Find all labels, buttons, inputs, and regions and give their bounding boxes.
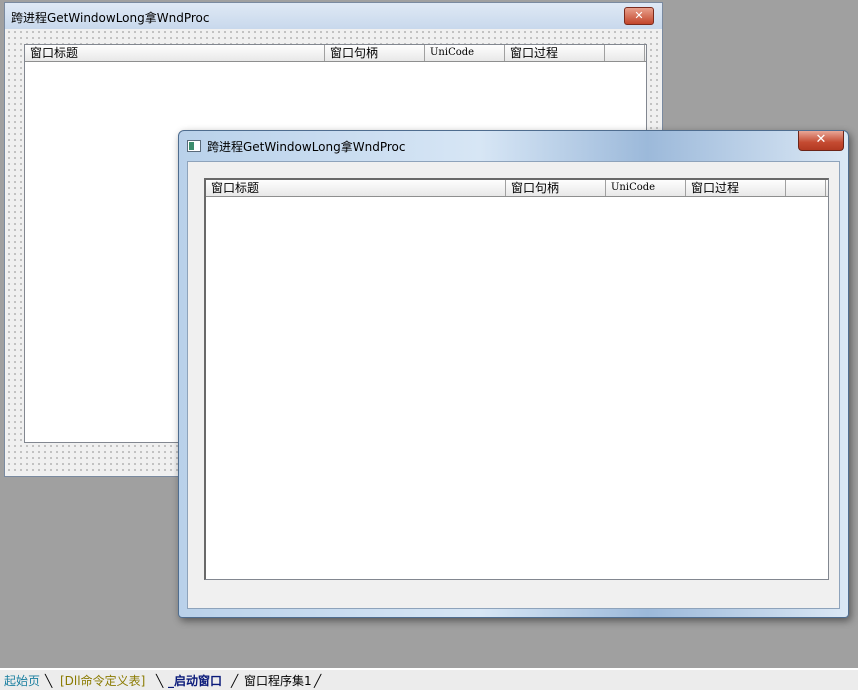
close-icon: ✕ bbox=[634, 9, 644, 22]
column-header-handle[interactable]: 窗口句柄 bbox=[506, 180, 606, 196]
column-header-empty bbox=[605, 45, 645, 61]
column-header-wndproc[interactable]: 窗口过程 bbox=[505, 45, 605, 61]
editor-tab-bar: 起始页 ╲ [Dll命令定义表] ╲ _启动窗口 ╱ 窗口程序集1 ╱ bbox=[0, 668, 858, 690]
close-icon: ✕ bbox=[815, 132, 827, 147]
tab-separator: ╱ bbox=[231, 674, 239, 688]
design-form-close-button[interactable]: ✕ bbox=[624, 7, 654, 25]
running-window-title: 跨进程GetWindowLong拿WndProc bbox=[207, 140, 406, 154]
tab-window-assembly[interactable]: 窗口程序集1 bbox=[244, 672, 312, 690]
design-form-title: 跨进程GetWindowLong拿WndProc bbox=[11, 11, 210, 25]
column-header-title[interactable]: 窗口标题 bbox=[206, 180, 506, 196]
running-window-close-button[interactable]: ✕ bbox=[798, 131, 844, 151]
tab-dll-commands[interactable]: [Dll命令定义表] bbox=[60, 672, 145, 690]
column-header-unicode[interactable]: UniCode bbox=[425, 45, 505, 61]
design-list-header: 窗口标题 窗口句柄 UniCode 窗口过程 bbox=[25, 45, 646, 62]
tab-label: 起始页 bbox=[4, 674, 41, 688]
window-app-icon bbox=[187, 140, 201, 152]
window-list-header: 窗口标题 窗口句柄 UniCode 窗口过程 bbox=[206, 180, 828, 197]
tab-label: [Dll命令定义表] bbox=[60, 674, 146, 688]
column-header-handle[interactable]: 窗口句柄 bbox=[325, 45, 425, 61]
tab-start-page[interactable]: 起始页 bbox=[4, 672, 40, 690]
tab-separator: ╲ bbox=[45, 674, 53, 688]
design-form-titlebar[interactable]: 跨进程GetWindowLong拿WndProc ✕ bbox=[5, 3, 662, 29]
tab-label: _启动窗口 bbox=[168, 674, 223, 688]
column-header-wndproc[interactable]: 窗口过程 bbox=[686, 180, 786, 196]
tab-label: 窗口程序集1 bbox=[244, 674, 312, 688]
tab-separator: ╱ bbox=[314, 674, 322, 688]
column-header-unicode[interactable]: UniCode bbox=[606, 180, 686, 196]
running-window-client: 窗口标题 窗口句柄 UniCode 窗口过程 bbox=[187, 161, 840, 609]
tab-startup-window[interactable]: _启动窗口 bbox=[168, 672, 222, 690]
column-header-title[interactable]: 窗口标题 bbox=[25, 45, 325, 61]
column-header-empty bbox=[786, 180, 826, 196]
running-window: 跨进程GetWindowLong拿WndProc ✕ 窗口标题 窗口句柄 Uni… bbox=[178, 130, 849, 618]
tab-separator: ╲ bbox=[156, 674, 164, 688]
window-list-view[interactable]: 窗口标题 窗口句柄 UniCode 窗口过程 bbox=[204, 178, 829, 580]
